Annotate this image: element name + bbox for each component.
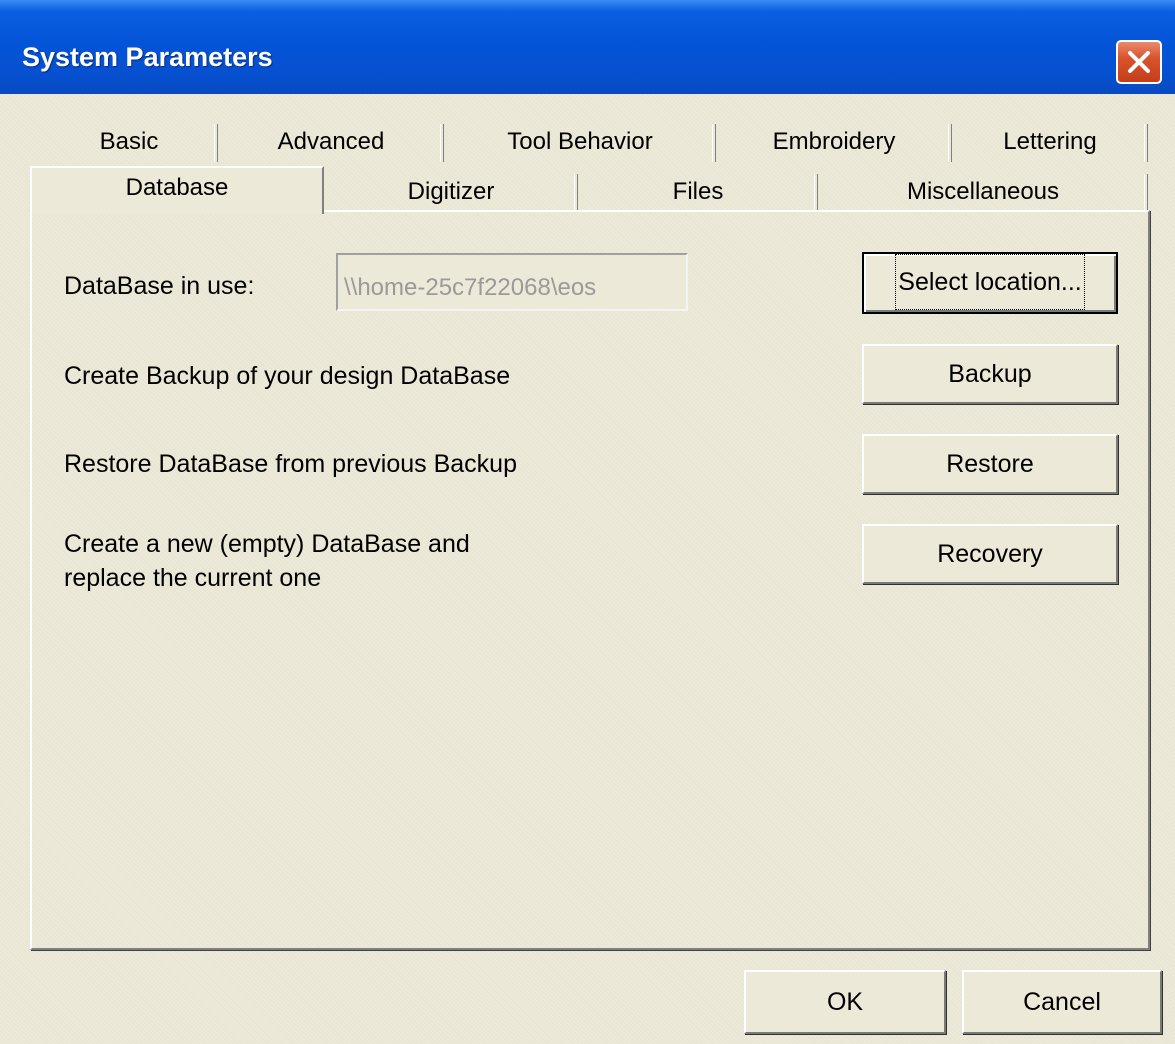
select-location-button[interactable]: Select location... [862, 252, 1118, 314]
restore-button[interactable]: Restore [862, 434, 1118, 494]
restore-description: Restore DataBase from previous Backup [64, 450, 517, 478]
tab-files-label: Files [672, 178, 724, 205]
database-path-field[interactable] [336, 253, 688, 311]
tab-database-label: Database [125, 174, 229, 201]
tab-tool-behavior-label: Tool Behavior [507, 128, 653, 155]
tab-embroidery-label: Embroidery [772, 128, 896, 155]
system-parameters-dialog: System Parameters Basic Advanced Tool Be… [0, 0, 1175, 1044]
close-button[interactable] [1116, 40, 1162, 84]
recovery-button[interactable]: Recovery [862, 524, 1118, 584]
tab-basic[interactable]: Basic [40, 118, 218, 168]
select-location-button-label: Select location... [895, 254, 1085, 310]
window-title: System Parameters [22, 42, 273, 72]
backup-button[interactable]: Backup [862, 344, 1118, 404]
tab-embroidery[interactable]: Embroidery [716, 118, 952, 168]
tab-lettering[interactable]: Lettering [952, 118, 1148, 168]
tab-digitizer-label: Digitizer [407, 178, 495, 205]
ok-button-label: OK [826, 988, 864, 1016]
backup-button-label: Backup [948, 360, 1032, 388]
tab-miscellaneous-label: Miscellaneous [906, 178, 1060, 205]
recovery-description-line2: replace the current one [64, 564, 322, 592]
backup-description: Create Backup of your design DataBase [64, 362, 511, 390]
tab-advanced-label: Advanced [277, 128, 385, 155]
recovery-description-line1: Create a new (empty) DataBase and [64, 530, 470, 558]
close-icon [1128, 51, 1150, 73]
title-bar[interactable]: System Parameters [0, 0, 1175, 94]
tab-lettering-label: Lettering [1003, 128, 1097, 155]
tab-tool-behavior[interactable]: Tool Behavior [444, 118, 716, 168]
tab-database[interactable]: Database [30, 166, 324, 214]
cancel-button[interactable]: Cancel [962, 970, 1162, 1034]
database-in-use-label: DataBase in use: [64, 272, 255, 300]
recovery-button-label: Recovery [937, 540, 1043, 568]
cancel-button-label: Cancel [1023, 988, 1101, 1016]
tab-advanced[interactable]: Advanced [218, 118, 444, 168]
ok-button[interactable]: OK [744, 970, 946, 1034]
restore-button-label: Restore [946, 450, 1034, 478]
tab-basic-label: Basic [99, 128, 159, 155]
